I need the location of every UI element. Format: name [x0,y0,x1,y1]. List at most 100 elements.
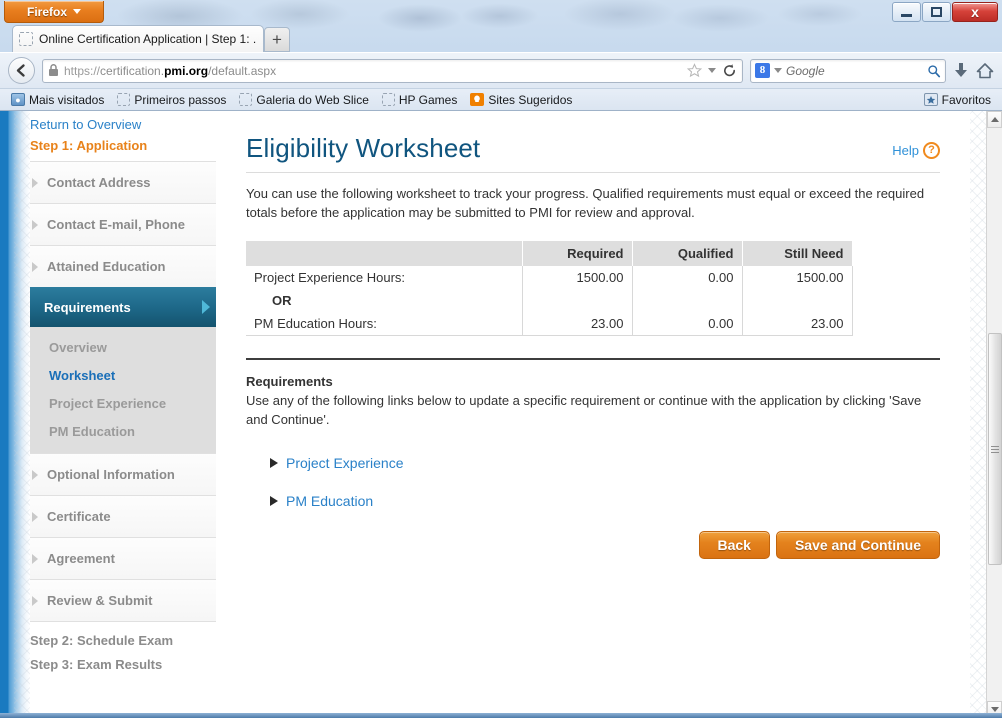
bookmark-label: HP Games [398,92,458,107]
table-header-still-need: Still Need [742,240,853,266]
row-required: 1500.00 [522,265,633,289]
reload-icon[interactable] [722,63,737,78]
sidebar-item-requirements[interactable]: Requirements [30,287,232,327]
url-bar[interactable]: https://certification.pmi.org/default.as… [42,58,743,83]
table-header-blank [246,240,523,266]
tab-favicon-icon [19,32,33,46]
page-title: Eligibility Worksheet [246,133,481,163]
tab-strip: Online Certification Application | Step … [0,22,1002,52]
search-bar[interactable]: 8 Google [750,58,946,83]
chevron-right-icon [32,177,38,188]
sidebar-item-label: Contact Address [47,175,151,190]
save-and-continue-button[interactable]: Save and Continue [775,531,940,560]
form-button-row: Back Save and Continue [246,531,940,560]
table-row-separator: OR [246,288,853,312]
sidebar-item-review-submit[interactable]: Review & Submit [30,579,216,621]
browser-tab[interactable]: Online Certification Application | Step … [12,25,264,52]
bookmark-primeiros-passos[interactable]: Primeiros passos [112,92,231,108]
sidebar-subitem-overview[interactable]: Overview [30,333,216,361]
row-label: Project Experience Hours: [246,265,523,289]
download-arrow-icon[interactable] [953,62,969,80]
requirement-link-project-experience[interactable]: Project Experience [246,455,940,471]
suggested-sites-icon [470,93,485,106]
chevron-right-icon [32,219,38,230]
row-or-label: OR [246,288,523,312]
title-divider [246,172,940,173]
back-button[interactable]: Back [698,531,770,560]
sidebar-subitem-worksheet[interactable]: Worksheet [30,361,216,389]
help-label: Help [892,143,919,158]
chevron-right-icon [32,553,38,564]
sidebar-item-label: Certificate [47,509,111,524]
blank-favicon-icon [381,93,395,106]
sidebar-subitem-label: Overview [49,339,107,355]
close-button[interactable]: x [952,2,998,22]
favorites-star-icon [923,93,938,106]
close-icon: x [971,4,979,20]
scrollbar-thumb[interactable] [988,333,1002,565]
navigation-toolbar: https://certification.pmi.org/default.as… [0,52,1002,88]
triangle-right-icon [270,458,278,469]
sidebar-item-contact-email-phone[interactable]: Contact E-mail, Phone [30,203,216,245]
chevron-down-icon[interactable] [708,68,716,73]
page-viewport: Return to Overview Step 1: Application C… [0,111,986,718]
sidebar-subitem-label: Worksheet [49,367,116,383]
maximize-button[interactable] [922,2,951,22]
sidebar-step2-heading[interactable]: Step 2: Schedule Exam [30,628,216,652]
bookmark-hp-games[interactable]: HP Games [377,92,462,108]
sidebar-subitem-pm-education[interactable]: PM Education [30,417,216,445]
sidebar-item-certificate[interactable]: Certificate [30,495,216,537]
firefox-menu-button[interactable]: Firefox [4,1,104,23]
requirement-link-pm-education[interactable]: PM Education [246,493,940,509]
back-arrow-icon [16,64,25,77]
scrollbar-up-button[interactable] [987,111,1002,128]
maximize-icon [931,7,942,17]
sidebar-return-to-overview-link[interactable]: Return to Overview [30,111,216,136]
row-still-need: 23.00 [742,311,853,336]
page-scrollbar[interactable] [986,111,1002,718]
main-content: Eligibility Worksheet Help ? You can use… [216,111,970,718]
window-controls: x [892,2,998,22]
bookmark-favoritos[interactable]: Favoritos [919,92,996,108]
chevron-down-icon[interactable] [774,68,782,73]
blank-favicon-icon [239,93,253,106]
sidebar-item-label: Requirements [44,299,131,315]
table-header-row: Required Qualified Still Need [246,240,853,266]
search-icon[interactable] [927,64,941,78]
home-icon[interactable] [976,62,994,80]
row-qualified: 0.00 [632,265,743,289]
bookmark-label: Favoritos [941,92,991,107]
search-input[interactable]: Google [786,64,923,78]
tab-title: Online Certification Application | Step … [39,32,257,46]
section-divider [246,357,940,360]
bookmark-label: Galeria do Web Slice [256,92,369,107]
url-text: https://certification.pmi.org/default.as… [64,64,682,78]
url-path: /default.aspx [208,63,277,78]
chevron-right-icon [32,261,38,272]
sidebar-item-attained-education[interactable]: Attained Education [30,245,216,287]
table-row: Project Experience Hours: 1500.00 0.00 1… [246,265,853,289]
urlbar-icon-group [687,63,737,78]
bookmark-sites-sugeridos[interactable]: Sites Sugeridos [465,92,577,108]
new-tab-button[interactable]: + [264,27,290,52]
help-link[interactable]: Help ? [892,142,940,164]
content-header: Eligibility Worksheet Help ? [246,133,940,164]
chevron-right-icon [32,469,38,480]
bookmark-galeria-web-slice[interactable]: Galeria do Web Slice [234,92,374,108]
intro-text: You can use the following worksheet to t… [246,186,925,220]
minimize-icon [901,13,912,17]
star-icon[interactable] [687,63,702,78]
row-qualified [632,288,743,312]
sidebar-item-optional-information[interactable]: Optional Information [30,453,216,495]
row-label: PM Education Hours: [246,311,523,336]
sidebar-item-label: Contact E-mail, Phone [47,217,185,232]
google-icon: 8 [755,63,770,78]
bookmark-mais-visitados[interactable]: ● Mais visitados [6,92,109,108]
sidebar-subitem-project-experience[interactable]: Project Experience [30,389,216,417]
sidebar-item-agreement[interactable]: Agreement [30,537,216,579]
back-button[interactable] [8,57,35,84]
sidebar-step3-heading[interactable]: Step 3: Exam Results [30,652,216,676]
sidebar-item-contact-address[interactable]: Contact Address [30,161,216,203]
chevron-right-icon [202,300,210,314]
minimize-button[interactable] [892,2,921,22]
